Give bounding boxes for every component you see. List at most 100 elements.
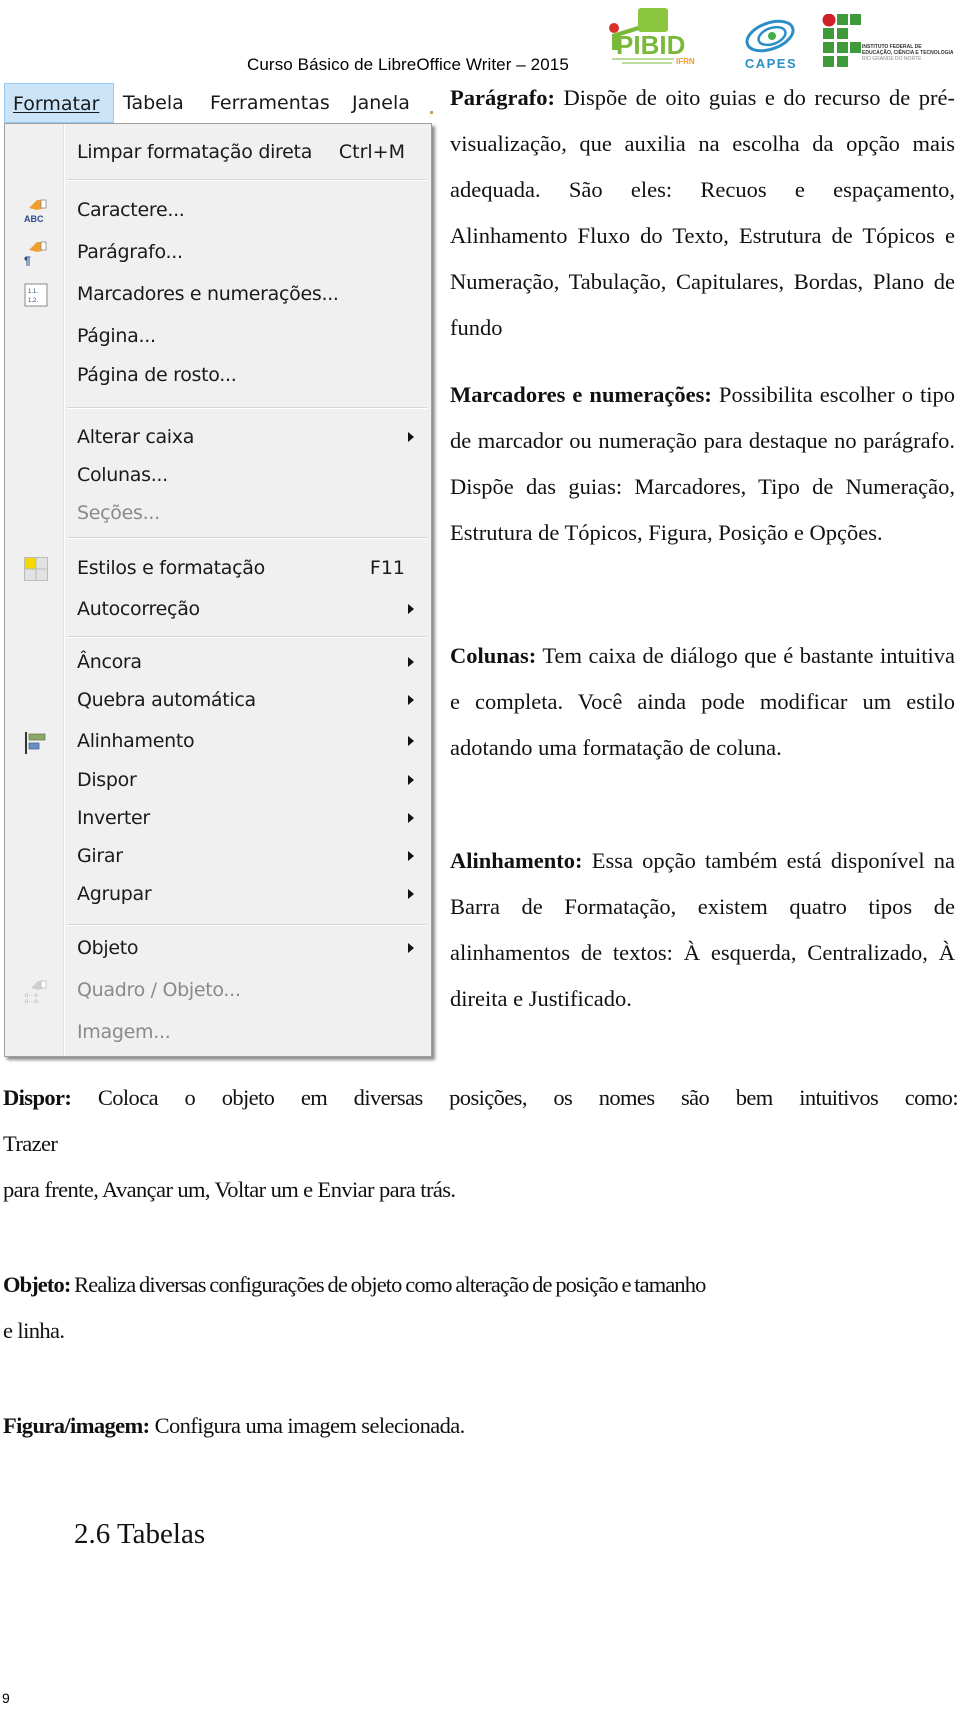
- menu-janela[interactable]: Janela: [346, 88, 416, 118]
- term-marcadores: Marcadores e numerações:: [450, 382, 712, 407]
- menu-item-label: Girar: [77, 845, 123, 867]
- menu-item-label: Parágrafo...: [77, 241, 183, 263]
- menu-item-imagem[interactable]: Imagem...: [5, 1014, 431, 1050]
- menu-item-caractere[interactable]: ABC Caractere...: [5, 192, 431, 228]
- menu-item-shortcut: Ctrl+M: [338, 141, 405, 163]
- menu-item-label: Quadro / Objeto...: [77, 979, 241, 1001]
- menu-item-agrupar[interactable]: Agrupar: [5, 876, 431, 912]
- submenu-arrow-icon: [408, 775, 414, 785]
- menu-item-alterar-caixa[interactable]: Alterar caixa: [5, 419, 431, 455]
- marcadores-description: Marcadores e numerações: Possibilita esc…: [450, 372, 955, 556]
- menu-item-autocorrecao[interactable]: Autocorreção: [5, 591, 431, 627]
- menu-item-label: Colunas...: [77, 464, 168, 486]
- objeto-text-line1: Realiza diversas configurações de objeto…: [70, 1272, 706, 1297]
- svg-text:1.2.: 1.2.: [28, 298, 38, 304]
- submenu-arrow-icon: [408, 657, 414, 667]
- objeto-description: Objeto: Realiza diversas configurações d…: [3, 1262, 958, 1354]
- menu-item-label: Página de rosto...: [77, 364, 237, 386]
- menu-formatar-label: Formatar: [13, 93, 100, 115]
- menu-item-quadro-objeto[interactable]: o···o o···o Quadro / Objeto...: [5, 972, 431, 1008]
- dispor-text-line2: Trazer: [3, 1131, 58, 1156]
- pibid-logo-subtext: IFRN: [676, 57, 695, 66]
- menu-item-label: Autocorreção: [77, 598, 200, 620]
- ifrn-square: [850, 14, 861, 25]
- submenu-arrow-icon: [408, 736, 414, 746]
- menu-item-label: Limpar formatação direta: [77, 141, 313, 163]
- menu-item-marcadores[interactable]: 1.1. 1.2. Marcadores e numerações...: [5, 276, 431, 312]
- menu-item-estilos[interactable]: Estilos e formatação F11: [5, 550, 431, 586]
- menu-item-label: Página...: [77, 325, 156, 347]
- capes-logo-text: CAPES: [745, 56, 797, 71]
- menu-item-pagina[interactable]: Página...: [5, 318, 431, 354]
- menu-item-label: Estilos e formatação: [77, 557, 265, 579]
- menu-item-label: Dispor: [77, 769, 137, 791]
- alinhamento-description: Alinhamento: Essa opção também está disp…: [450, 838, 955, 1022]
- menu-item-label: Âncora: [77, 651, 142, 673]
- pibid-fineprint: [622, 62, 672, 64]
- ifrn-square: [823, 56, 834, 67]
- menu-item-label: Alterar caixa: [77, 426, 195, 448]
- menu-separator: [67, 924, 427, 926]
- menu-item-ancora[interactable]: Âncora: [5, 644, 431, 680]
- menu-item-pagina-de-rosto[interactable]: Página de rosto...: [5, 357, 431, 393]
- submenu-arrow-icon: [408, 432, 414, 442]
- menu-item-objeto[interactable]: Objeto: [5, 930, 431, 966]
- menu-item-label: Caractere...: [77, 199, 185, 221]
- menu-formatar[interactable]: Formatar: [4, 83, 114, 123]
- menu-separator: [67, 636, 427, 638]
- menu-item-alinhamento[interactable]: Alinhamento: [5, 723, 431, 759]
- menu-ferramentas-label: Ferramentas: [210, 92, 330, 114]
- dispor-text-line1: Coloca o objeto em diversas posições, os…: [71, 1085, 959, 1110]
- page-number: 9: [2, 1690, 10, 1706]
- term-objeto: Objeto:: [3, 1272, 71, 1297]
- ifrn-square: [850, 42, 861, 53]
- menu-item-girar[interactable]: Girar: [5, 838, 431, 874]
- svg-text:ABC: ABC: [24, 214, 44, 224]
- frame-object-icon: o···oo···o: [25, 980, 47, 1004]
- submenu-arrow-icon: [408, 851, 414, 861]
- alignment-icon: [25, 732, 46, 754]
- ifrn-logo-caption: INSTITUTO FEDERAL DE EDUCAÇÃO, CIÊNCIA E…: [862, 44, 953, 62]
- menu-item-paragrafo[interactable]: ¶ Parágrafo...: [5, 234, 431, 270]
- paragrafo-text: Dispõe de oito guias e do recurso de pré…: [450, 85, 955, 340]
- ifrn-square: [837, 42, 848, 53]
- menu-bar: Formatar Tabela Ferramentas Janela: [0, 83, 440, 123]
- menu-tabela-label: Tabela: [123, 92, 184, 114]
- menu-item-limpar-formatacao[interactable]: Limpar formatação direta Ctrl+M: [5, 134, 431, 170]
- styles-icon: [24, 557, 48, 581]
- menu-item-quebra-automatica[interactable]: Quebra automática: [5, 682, 431, 718]
- svg-text:¶: ¶: [24, 254, 31, 266]
- submenu-arrow-icon: [408, 889, 414, 899]
- bullets-numbering-icon: 1.1. 1.2.: [24, 283, 48, 307]
- dispor-description: Dispor: Coloca o objeto em diversas posi…: [3, 1075, 959, 1213]
- menu-item-dispor[interactable]: Dispor: [5, 762, 431, 798]
- term-paragrafo: Parágrafo:: [450, 85, 555, 110]
- term-dispor: Dispor:: [3, 1085, 72, 1110]
- menu-item-label: Inverter: [77, 807, 150, 829]
- menu-item-label: Quebra automática: [77, 689, 256, 711]
- menu-separator: [67, 537, 427, 539]
- dispor-text-line3: para frente, Avançar um, Voltar um e Env…: [3, 1177, 456, 1202]
- submenu-arrow-icon: [408, 813, 414, 823]
- document-header-title: Curso Básico de LibreOffice Writer – 201…: [247, 55, 569, 74]
- menu-tabela[interactable]: Tabela: [117, 88, 190, 118]
- ifrn-red-circle: [822, 14, 836, 27]
- character-icon: ABC: [24, 199, 47, 224]
- figura-description: Figura/imagem: Configura uma imagem sele…: [3, 1403, 958, 1449]
- menu-item-secoes[interactable]: Seções...: [5, 495, 431, 531]
- ifrn-square: [823, 28, 834, 39]
- colunas-description: Colunas: Tem caixa de diálogo que é bast…: [450, 633, 955, 771]
- paragraph-icon: ¶: [24, 241, 47, 266]
- menu-ferramentas[interactable]: Ferramentas: [204, 88, 336, 118]
- term-alinhamento: Alinhamento:: [450, 848, 583, 873]
- menu-separator: [67, 407, 427, 409]
- pibid-fineprint: [612, 58, 674, 60]
- pibid-logo: PIBID IFRN: [609, 8, 695, 66]
- menu-item-colunas[interactable]: Colunas...: [5, 457, 431, 493]
- pibid-logo-text: PIBID: [616, 30, 685, 60]
- submenu-arrow-icon: [408, 943, 414, 953]
- menu-item-label: Alinhamento: [77, 730, 195, 752]
- menu-item-label: Marcadores e numerações...: [77, 283, 339, 305]
- capes-dot: [768, 32, 776, 40]
- menu-item-inverter[interactable]: Inverter: [5, 800, 431, 836]
